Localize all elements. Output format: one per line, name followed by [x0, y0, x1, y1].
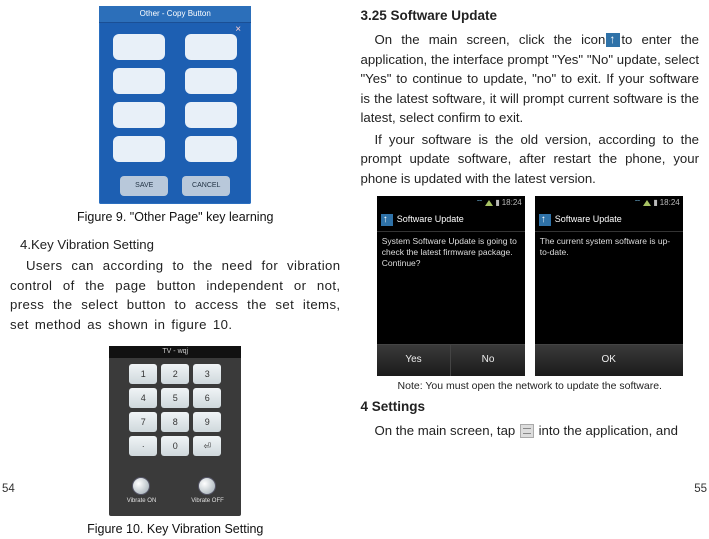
screenshot-uptodate: ⌔ ▮ 18:24 Software Update The current sy… [535, 196, 683, 376]
keypad-key: 5 [161, 388, 189, 408]
key-slot [185, 102, 237, 128]
key-slot [113, 136, 165, 162]
keypad-key: 1 [129, 364, 157, 384]
wifi-icon: ⌔ [476, 197, 484, 209]
figure-10-caption: Figure 10. Key Vibration Setting [10, 520, 341, 539]
p4-a: On the main screen, tap [375, 423, 516, 438]
heading-3-25: 3.25 Software Update [361, 6, 700, 26]
up-arrow-icon [539, 214, 551, 226]
keypad-key: · [129, 436, 157, 456]
software-update-icon [606, 33, 620, 47]
keypad-key: 7 [129, 412, 157, 432]
clock: 18:24 [660, 197, 680, 209]
screenshot-body: The current system software is up-to-dat… [535, 232, 683, 262]
key-slot [185, 136, 237, 162]
no-button: No [450, 344, 525, 376]
screenshot-header: Software Update [535, 209, 683, 231]
dialog-buttons: Yes No [377, 344, 525, 376]
keypad-key: 6 [193, 388, 221, 408]
screenshot-body: System Software Update is going to check… [377, 232, 525, 273]
figure-10-phone: TV - wqj 1 2 3 4 5 6 7 8 9 · 0 ⏎ [109, 346, 241, 516]
up-arrow-icon [381, 214, 393, 226]
keypad-key: ⏎ [193, 436, 221, 456]
settings-paragraph: On the main screen, tap into the applica… [361, 421, 700, 441]
page-number-right: 55 [694, 481, 707, 498]
battery-icon: ▮ [653, 197, 657, 209]
figure-9-phone: Other - Copy Button × SAVE CANCEL [99, 6, 251, 204]
close-icon: × [235, 26, 243, 34]
figure-10-titlebar: TV - wqj [109, 346, 241, 358]
figure-9-key-grid [113, 34, 237, 164]
key-slot [113, 68, 165, 94]
status-bar: ⌔ ▮ 18:24 [377, 196, 525, 209]
left-column: Other - Copy Button × SAVE CANCEL [0, 0, 355, 502]
section-4-title: 4.Key Vibration Setting [10, 235, 341, 255]
clock: 18:24 [502, 197, 522, 209]
key-slot [113, 102, 165, 128]
status-bar: ⌔ ▮ 18:24 [535, 196, 683, 209]
p4-b: into the application, and [539, 423, 678, 438]
screenshot-title: Software Update [397, 213, 464, 226]
key-slot [113, 34, 165, 60]
screenshot-header: Software Update [377, 209, 525, 231]
key-slot [185, 34, 237, 60]
software-update-screenshots: ⌔ ▮ 18:24 Software Update System Softwar… [361, 196, 700, 376]
ok-button: OK [535, 344, 683, 376]
figure-9: Other - Copy Button × SAVE CANCEL [10, 6, 341, 204]
key-slot [185, 68, 237, 94]
keypad-key: 2 [161, 364, 189, 384]
software-update-paragraph-1: On the main screen, click the iconto ent… [361, 30, 700, 128]
screenshot-title: Software Update [555, 213, 622, 226]
keypad-key: 4 [129, 388, 157, 408]
page-spread: Other - Copy Button × SAVE CANCEL [0, 0, 709, 502]
right-column: 3.25 Software Update On the main screen,… [355, 0, 709, 502]
keypad-key: 3 [193, 364, 221, 384]
battery-icon: ▮ [495, 197, 499, 209]
heading-4: 4 Settings [361, 397, 700, 417]
keypad-key: 9 [193, 412, 221, 432]
cancel-button: CANCEL [182, 176, 230, 196]
figure-9-titlebar: Other - Copy Button [99, 6, 251, 23]
figure-10-keypad: 1 2 3 4 5 6 7 8 9 · 0 ⏎ [125, 364, 225, 456]
keypad-key: 0 [161, 436, 189, 456]
figure-10: TV - wqj 1 2 3 4 5 6 7 8 9 · 0 ⏎ [10, 346, 341, 516]
signal-icon [643, 200, 651, 206]
settings-icon [520, 424, 534, 438]
section-4-body: Users can according to the need for vibr… [10, 256, 341, 334]
screenshot-confirm: ⌔ ▮ 18:24 Software Update System Softwar… [377, 196, 525, 376]
page-number-left: 54 [2, 481, 15, 498]
save-button: SAVE [120, 176, 168, 196]
yes-button: Yes [377, 344, 451, 376]
keypad-key: 8 [161, 412, 189, 432]
figure-9-caption: Figure 9. "Other Page" key learning [10, 208, 341, 227]
dialog-buttons: OK [535, 344, 683, 376]
toggle-knob-icon [198, 477, 216, 495]
wifi-icon: ⌔ [634, 197, 642, 209]
toggle-knob-icon [132, 477, 150, 495]
signal-icon [485, 200, 493, 206]
p1-a: On the main screen, click the icon [375, 32, 606, 47]
figure-9-footer: SAVE CANCEL [99, 176, 251, 196]
software-update-paragraph-2: If your software is the old version, acc… [361, 130, 700, 189]
network-note: Note: You must open the network to updat… [361, 379, 700, 395]
